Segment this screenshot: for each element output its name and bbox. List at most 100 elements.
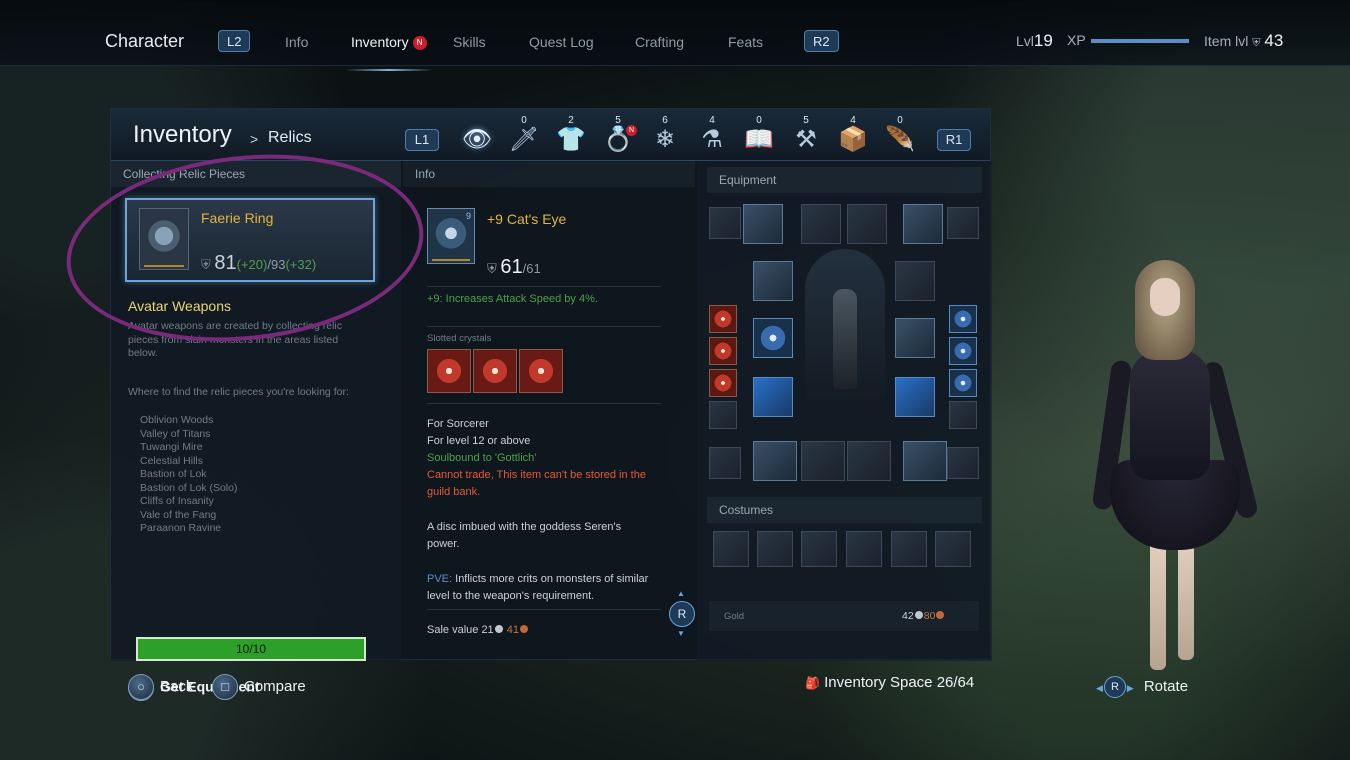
crystal-icon[interactable]: [473, 349, 517, 393]
equipment-slot-boots[interactable]: [753, 377, 793, 417]
tab-skills[interactable]: Skills: [453, 34, 486, 50]
equipment-slot[interactable]: [895, 261, 935, 301]
gem-slot[interactable]: [949, 337, 977, 365]
l2-button[interactable]: L2: [218, 30, 251, 52]
arrow-right-icon: ▶: [1126, 682, 1134, 693]
crystal-slot[interactable]: [709, 401, 737, 429]
for-level: For level 12 or above: [427, 435, 531, 447]
item-value: 61: [500, 256, 523, 278]
gem-slot[interactable]: [949, 401, 977, 429]
item-level-display: Item lvl ⛨ 43: [1204, 31, 1283, 51]
r-stick-icon: R: [1103, 676, 1126, 698]
equipment-slot[interactable]: [709, 447, 741, 479]
costume-slot[interactable]: [891, 531, 927, 567]
equipment-slot-armor[interactable]: [895, 318, 935, 358]
equipment-slot-ring[interactable]: [753, 441, 797, 481]
scroll-down-icon[interactable]: ▼: [677, 629, 685, 638]
back-button[interactable]: ○ Back: [128, 674, 193, 700]
equipment-slot[interactable]: [947, 447, 979, 479]
r1-button[interactable]: R1: [937, 129, 971, 151]
cats-eye-icon: 9: [427, 208, 475, 264]
tab-inventory[interactable]: Inventory N: [345, 34, 433, 71]
equipment-column: Equipment Costumes Gold 42 80: [697, 161, 992, 661]
new-badge: N: [626, 125, 637, 136]
costume-slot[interactable]: [801, 531, 837, 567]
crystal-icon[interactable]: [519, 349, 563, 393]
equipment-slot-weapon[interactable]: [903, 204, 943, 244]
tab-quest-log[interactable]: Quest Log: [529, 34, 594, 50]
sword-category-tab[interactable]: 0 🗡: [507, 115, 541, 159]
divider: [427, 326, 661, 327]
sale-copper: 41: [506, 624, 519, 636]
item-level-value: 43: [1264, 31, 1284, 50]
anvil-icon: ⚒: [795, 126, 817, 153]
gear-category-tab[interactable]: 6 ❄: [648, 115, 682, 159]
sale-silver: 21: [481, 624, 494, 636]
equipment-slot[interactable]: [847, 441, 891, 481]
crystal-slot[interactable]: [709, 337, 737, 365]
equipment-slot[interactable]: [947, 207, 979, 239]
new-badge: N: [412, 36, 427, 50]
potion-category-tab[interactable]: 4 ⚗: [695, 115, 729, 159]
rotate-control[interactable]: ◀ R ▶ Rotate: [1096, 676, 1188, 698]
xp-bar: [1091, 39, 1189, 43]
breadcrumb-separator: >: [250, 131, 259, 147]
costume-slot[interactable]: [846, 531, 882, 567]
equipment-slot[interactable]: [801, 204, 841, 244]
armor-category-tab[interactable]: 2 👕: [554, 115, 588, 159]
eye-category-tab[interactable]: 👁: [460, 125, 494, 159]
tab-feats[interactable]: Feats: [728, 34, 763, 50]
anvil-category-tab[interactable]: 5 ⚒: [789, 115, 823, 159]
gold-copper: 80: [923, 610, 936, 622]
location-item: Cliffs of Insanity: [140, 495, 214, 507]
equipment-slot[interactable]: [801, 441, 845, 481]
tab-crafting[interactable]: Crafting: [635, 34, 684, 50]
crystal-slot[interactable]: [709, 305, 737, 333]
character-model: [1080, 250, 1280, 690]
cannot-trade-text: Cannot trade, This item can't be stored …: [427, 469, 646, 498]
crystal-slot[interactable]: [709, 369, 737, 397]
square-button-icon: □: [212, 674, 238, 700]
book-category-tab[interactable]: 0 📖: [742, 115, 776, 159]
tab-inventory-label: Inventory: [351, 34, 409, 50]
potion-icon: ⚗: [701, 126, 723, 153]
crystal-icon[interactable]: [427, 349, 471, 393]
equipment-header: Equipment: [707, 167, 982, 193]
box-category-tab[interactable]: 4 📦: [836, 115, 870, 159]
costume-slot[interactable]: [935, 531, 971, 567]
location-item: Bastion of Lok (Solo): [140, 481, 238, 494]
scroll-up-icon[interactable]: ▲: [677, 589, 685, 598]
xp-label: XP: [1067, 32, 1086, 48]
item-info-column: Info 9 +9 Cat's Eye ⛨ 61/61 +9: Increase…: [403, 161, 695, 661]
xp-fill: [1091, 39, 1189, 43]
equipment-slot-amulet[interactable]: [753, 261, 793, 301]
r-stick-button[interactable]: R: [669, 601, 695, 627]
relic-locations-intro: Where to find the relic pieces you're lo…: [128, 386, 349, 398]
equipment-slot[interactable]: [709, 207, 741, 239]
location-item: Bastion of Lok: [140, 468, 207, 480]
equipment-slot-weapon[interactable]: [743, 204, 783, 244]
costume-slot[interactable]: [757, 531, 793, 567]
inventory-space-label: Inventory Space 26/64: [824, 674, 975, 691]
gem-slot[interactable]: [949, 369, 977, 397]
costume-slot[interactable]: [713, 531, 749, 567]
location-item: Oblivion Woods: [140, 414, 214, 426]
relic-locations-list: Oblivion Woods Valley of Titans Tuwangi …: [140, 414, 237, 536]
divider: [427, 609, 661, 610]
equipment-slot[interactable]: [847, 204, 887, 244]
l1-button[interactable]: L1: [405, 129, 439, 151]
equipment-slot-cats-eye[interactable]: [753, 318, 793, 358]
sale-value: Sale value 21 41: [427, 624, 529, 636]
gem-slot[interactable]: [949, 305, 977, 333]
feather-category-tab[interactable]: 0 🪶: [883, 115, 917, 159]
equipment-slot-gloves[interactable]: [895, 377, 935, 417]
back-label: Back: [160, 677, 194, 695]
circle-button-icon: ○: [128, 674, 154, 700]
tab-info[interactable]: Info: [285, 34, 308, 50]
item-name: +9 Cat's Eye: [487, 211, 567, 227]
r2-button[interactable]: R2: [804, 30, 839, 52]
compare-button[interactable]: □ Compare: [212, 674, 306, 700]
equipment-slot-ring[interactable]: [903, 441, 947, 481]
costumes-header: Costumes: [707, 497, 982, 523]
ring-category-tab[interactable]: 5 💍 N: [601, 115, 637, 159]
